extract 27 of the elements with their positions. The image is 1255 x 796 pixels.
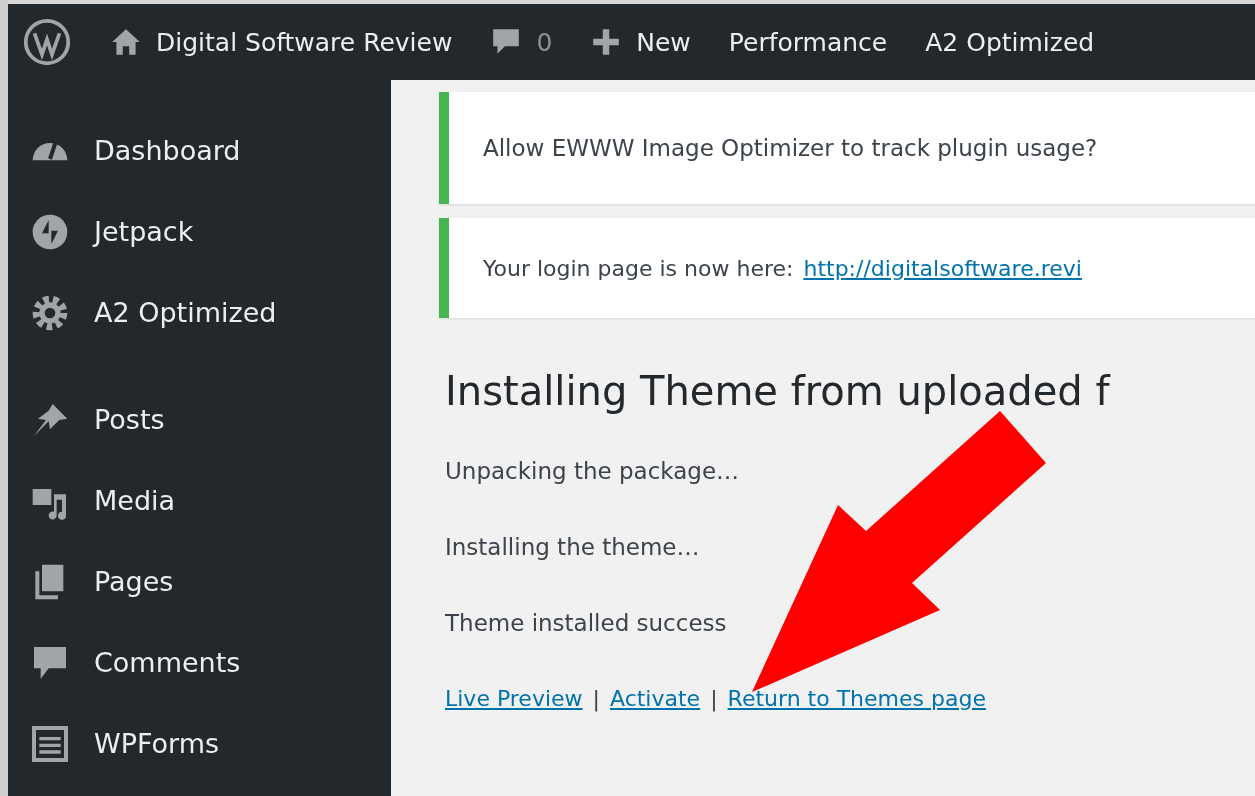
login-url-link[interactable]: http://digitalsoftware.revi [803, 255, 1082, 281]
status-message: Theme installed success [445, 610, 728, 636]
notice-text: Your login page is now here: [483, 255, 794, 281]
wordpress-logo-icon[interactable] [22, 17, 72, 67]
action-link[interactable]: Return to Themes page [727, 686, 986, 711]
action-link[interactable]: Activate [610, 686, 701, 711]
page-heading: Installing Theme from uploaded f [445, 368, 1112, 414]
sidebar-item[interactable]: Jetpack [8, 191, 391, 272]
new-link[interactable]: New [590, 26, 691, 58]
link-separator: | [592, 686, 600, 711]
form-icon [30, 723, 70, 764]
status-message: Installing the theme… [445, 534, 701, 560]
sidebar-item[interactable]: WPForms [8, 703, 391, 784]
sidebar-item[interactable]: Dashboard [8, 110, 391, 191]
comments-link[interactable]: 0 [490, 26, 553, 58]
sidebar-item[interactable]: Pages [8, 541, 391, 622]
admin-bar-menu[interactable]: A2 Optimized [925, 27, 1095, 57]
link-separator: | [710, 686, 718, 711]
sidebar-item[interactable]: Media [8, 460, 391, 541]
site-name-link[interactable]: Digital Software Review [110, 26, 453, 58]
action-link[interactable]: Live Preview [445, 686, 583, 711]
notice-text: Allow EWWW Image Optimizer to track plugin usage? [483, 135, 1098, 161]
sidebar-item[interactable]: Comments [8, 622, 391, 703]
sidebar-item[interactable]: Posts [8, 379, 391, 460]
sidebar-item[interactable]: A2 Optimized [8, 272, 391, 353]
status-message: Unpacking the package… [445, 458, 741, 484]
admin-bar-menu[interactable]: Performance [728, 27, 888, 57]
